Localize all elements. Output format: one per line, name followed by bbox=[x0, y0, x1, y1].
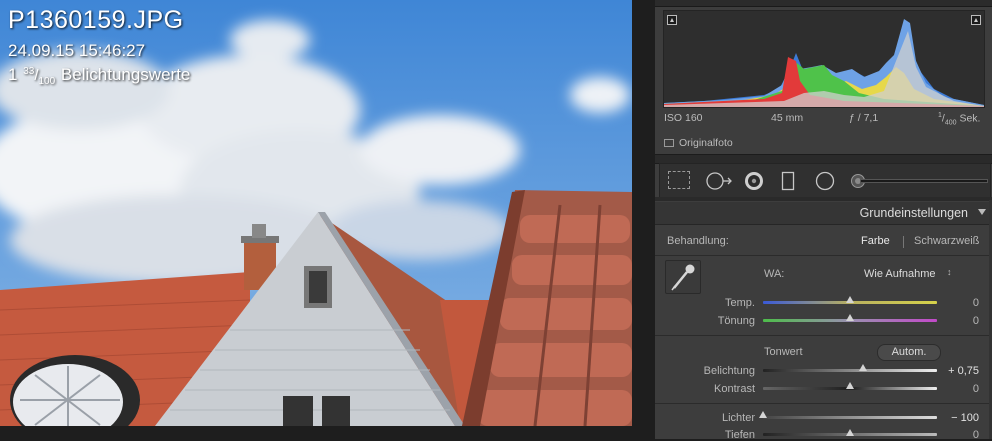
tool-slider-track[interactable] bbox=[860, 179, 988, 183]
slider-value-exposure[interactable]: + 0,75 bbox=[935, 365, 979, 377]
divider bbox=[655, 255, 992, 256]
slider-label-exposure: Belichtung bbox=[703, 365, 755, 377]
exposure-denominator: 100 bbox=[38, 76, 56, 87]
contrast-slider-thumb[interactable] bbox=[846, 382, 854, 389]
exif-iso: ISO 160 bbox=[664, 112, 703, 124]
graduated-filter-icon[interactable] bbox=[781, 171, 795, 191]
slider-value-shadows[interactable]: 0 bbox=[945, 429, 979, 441]
slider-label-highlights: Lichter bbox=[721, 412, 755, 424]
panel-separator bbox=[655, 197, 992, 201]
treatment-color-option[interactable]: Farbe bbox=[861, 235, 890, 247]
slider-label-temp: Temp. bbox=[725, 297, 755, 309]
slider-label-contrast: Kontrast bbox=[714, 383, 755, 395]
exif-focal: 45 mm bbox=[771, 112, 804, 124]
auto-tone-button[interactable]: Autom. bbox=[877, 344, 941, 361]
highlights-slider-track[interactable] bbox=[763, 416, 937, 419]
tint-slider-thumb[interactable] bbox=[846, 314, 854, 321]
slider-label-tint: Tönung bbox=[717, 315, 755, 327]
wb-preset-select[interactable]: Wie Aufnahme bbox=[864, 268, 936, 280]
shadow-clipping-toggle[interactable] bbox=[667, 15, 677, 25]
photo-filename: P1360159.JPG bbox=[8, 6, 184, 34]
photo-exposure: 1 33/100 Belichtungswerte bbox=[8, 65, 190, 87]
radial-filter-icon[interactable] bbox=[814, 171, 836, 191]
exposure-slider-thumb[interactable] bbox=[859, 364, 868, 371]
exposure-slider-track[interactable] bbox=[763, 369, 937, 372]
original-photo-checkbox[interactable] bbox=[664, 139, 674, 147]
slider-value-temp[interactable]: 0 bbox=[945, 297, 979, 309]
spot-removal-icon[interactable] bbox=[705, 171, 735, 191]
shutter-numerator: 1 bbox=[938, 112, 942, 119]
treatment-bw-option[interactable]: Schwarzweiß bbox=[914, 235, 979, 247]
slider-value-highlights[interactable]: − 100 bbox=[935, 412, 979, 424]
photo-datetime: 24.09.15 15:46:27 bbox=[8, 41, 146, 60]
original-photo-toggle[interactable]: Originalfoto bbox=[664, 137, 733, 149]
section-title: Grundeinstellungen bbox=[859, 206, 968, 220]
exposure-unit: Belichtungswerte bbox=[60, 65, 191, 84]
wb-dropdown-icon[interactable]: ↕ bbox=[947, 267, 952, 277]
slider-label-shadows: Tiefen bbox=[724, 429, 755, 441]
exif-aperture: ƒ / 7,1 bbox=[849, 112, 879, 124]
exposure-numerator: 33 bbox=[23, 66, 35, 77]
exposure-whole: 1 bbox=[8, 65, 18, 84]
collapse-arrow-icon[interactable] bbox=[978, 209, 986, 215]
shutter-unit: Sek. bbox=[959, 112, 981, 125]
tool-strip bbox=[659, 163, 991, 198]
red-eye-icon[interactable] bbox=[743, 171, 765, 191]
treatment-divider bbox=[903, 236, 904, 248]
panel-top-strip bbox=[655, 0, 992, 7]
slider-value-contrast[interactable]: 0 bbox=[945, 383, 979, 395]
highlights-slider-thumb[interactable] bbox=[759, 411, 767, 418]
develop-panel: ISO 160 45 mm ƒ / 7,1 1/400 Sek. Origina… bbox=[655, 0, 992, 441]
divider bbox=[655, 335, 992, 336]
photo-image bbox=[0, 0, 632, 426]
slider-value-tint[interactable]: 0 bbox=[945, 315, 979, 327]
histogram-graph bbox=[664, 19, 984, 107]
exif-shutter: 1/400 Sek. bbox=[938, 112, 981, 127]
crop-tool-icon[interactable] bbox=[668, 171, 690, 189]
divider bbox=[655, 403, 992, 404]
original-photo-label: Originalfoto bbox=[679, 137, 733, 149]
photo-preview[interactable]: P1360159.JPG 24.09.15 15:46:27 1 33/100 … bbox=[0, 0, 632, 426]
temp-slider-thumb[interactable] bbox=[846, 296, 854, 303]
shutter-denominator: 400 bbox=[944, 119, 957, 127]
white-balance-picker[interactable] bbox=[665, 260, 701, 294]
treatment-label: Behandlung: bbox=[667, 235, 729, 247]
histogram[interactable] bbox=[663, 10, 985, 108]
shadows-slider-thumb[interactable] bbox=[846, 429, 854, 436]
exposure-fraction: 33/100 bbox=[23, 66, 56, 87]
highlight-clipping-toggle[interactable] bbox=[971, 15, 981, 25]
wb-label: WA: bbox=[764, 268, 785, 280]
basic-section-header[interactable]: Grundeinstellungen bbox=[655, 202, 992, 225]
tone-label: Tonwert bbox=[764, 346, 803, 358]
eyedropper-icon bbox=[671, 264, 695, 291]
